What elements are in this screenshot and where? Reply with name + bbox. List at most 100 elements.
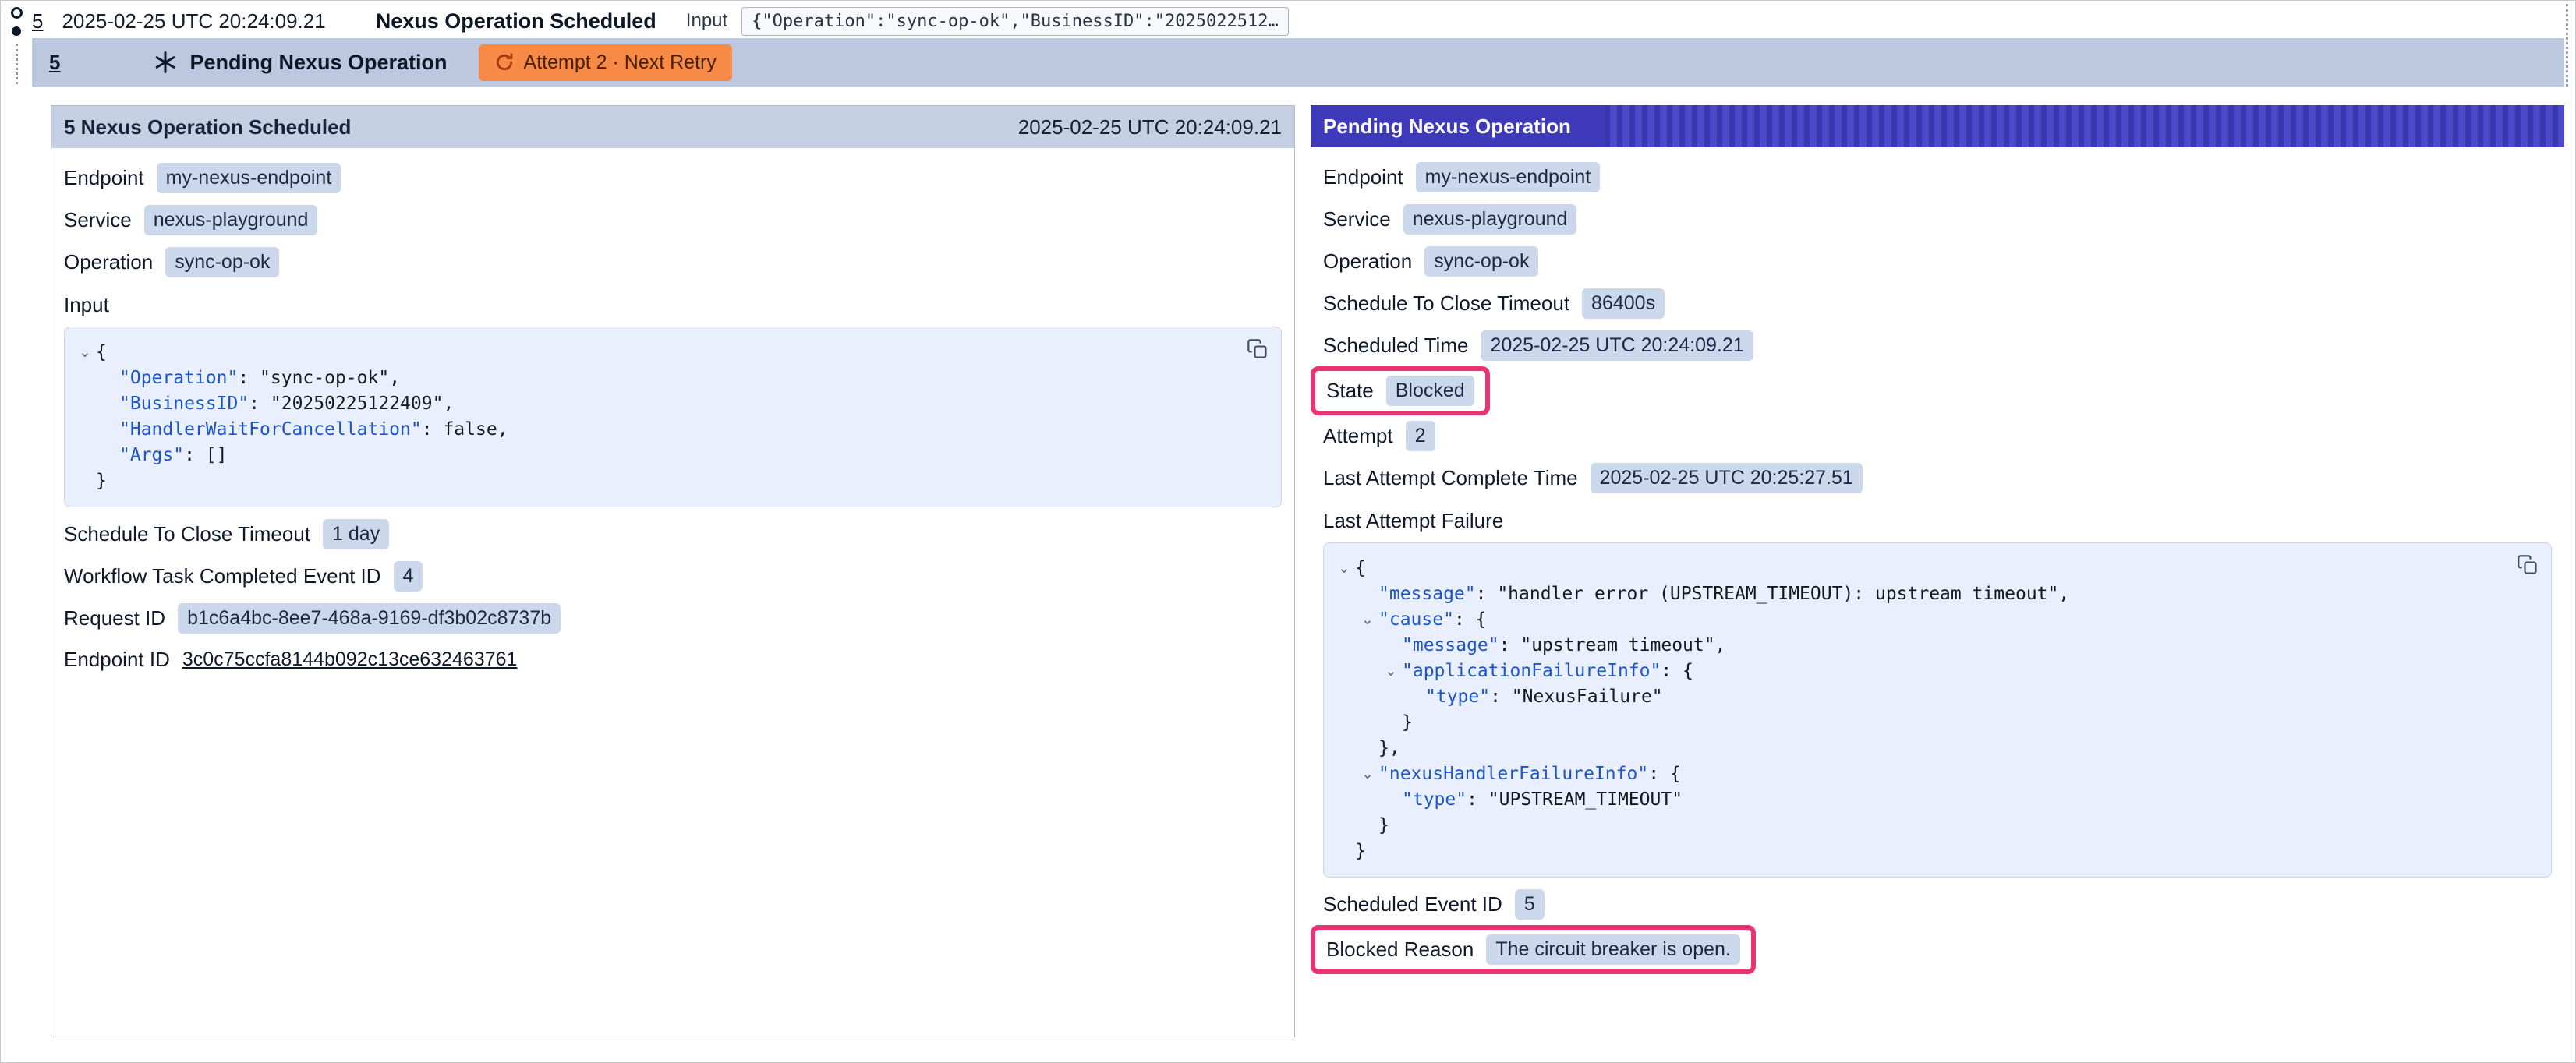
pending-panel-body: Endpoint my-nexus-endpoint Servicenexus-pl… bbox=[1311, 147, 2564, 994]
field-row-endpoint-id: Endpoint ID 3c0c75ccfa8144b092c13ce632463… bbox=[64, 645, 1282, 674]
timeline-gutter bbox=[7, 7, 26, 84]
field-value-badge: 2025-02-25 UTC 20:24:09.21 bbox=[1481, 330, 1753, 361]
field-value-badge: Blocked bbox=[1386, 376, 1474, 406]
timeline-dot-icon[interactable] bbox=[12, 26, 21, 36]
field-row-state: StateBlocked bbox=[1323, 373, 2552, 409]
event-summary-row[interactable]: 5 2025-02-25 UTC 20:24:09.21 Nexus Opera… bbox=[32, 1, 2552, 38]
field-row-service: Servicenexus-playground bbox=[1323, 204, 2552, 235]
scheduled-panel-title: 5 Nexus Operation Scheduled bbox=[64, 115, 351, 139]
field-row-schedule-to-close-timeout: Schedule To Close Timeout86400s bbox=[1323, 288, 2552, 319]
field-label: Blocked Reason bbox=[1326, 938, 1474, 962]
field-value-link[interactable]: 3c0c75ccfa8144b092c13ce632463761 bbox=[182, 648, 518, 671]
event-id-link[interactable]: 5 bbox=[49, 51, 60, 75]
code-line-text: }, bbox=[1378, 736, 1400, 761]
field-row-request-id: Request IDb1c6a4bc-8ee7-468a-9169-df3b02… bbox=[64, 603, 1282, 634]
scheduled-panel-body: Endpointmy-nexus-endpointServicenexus-pl… bbox=[51, 148, 1294, 700]
pending-fields-top: Endpoint my-nexus-endpoint Servicenexus-pl… bbox=[1323, 162, 2552, 493]
code-line: "HandlerWaitForCancellation": false, bbox=[74, 417, 1234, 443]
input-json-lines: ⌄{"Operation": "sync-op-ok","BusinessID"… bbox=[74, 340, 1234, 494]
code-line: "message": "handler error (UPSTREAM_TIME… bbox=[1333, 581, 2504, 607]
code-line-text: "applicationFailureInfo": { bbox=[1402, 659, 1693, 684]
collapse-chevron-icon[interactable]: ⌄ bbox=[1357, 761, 1378, 787]
collapse-chevron-icon[interactable]: ⌄ bbox=[1380, 659, 1402, 684]
event-timestamp: 2025-02-25 UTC 20:24:09.21 bbox=[62, 9, 325, 34]
field-row-operation: Operationsync-op-ok bbox=[64, 247, 1282, 277]
timeline-ring-icon[interactable] bbox=[11, 7, 23, 19]
field-value-badge: my-nexus-endpoint bbox=[157, 163, 341, 193]
field-label: Scheduled Event ID bbox=[1323, 892, 1502, 916]
annotation-highlight: StateBlocked bbox=[1311, 366, 1490, 415]
code-line-text: "cause": { bbox=[1378, 607, 1486, 633]
scheduled-fields-top: Endpointmy-nexus-endpointServicenexus-pl… bbox=[64, 163, 1282, 277]
code-line-text: "type": "UPSTREAM_TIMEOUT" bbox=[1402, 787, 1683, 813]
collapse-chevron-icon[interactable]: ⌄ bbox=[74, 340, 96, 366]
detail-panels: 5 Nexus Operation Scheduled 2025-02-25 U… bbox=[51, 105, 2564, 1037]
retry-badge-label: Attempt 2 · Next Retry bbox=[524, 51, 717, 74]
code-line-text: "nexusHandlerFailureInfo": { bbox=[1378, 761, 1681, 787]
field-label: Last Attempt Complete Time bbox=[1323, 466, 1578, 490]
code-line: ⌄{ bbox=[1333, 556, 2504, 581]
field-value-badge: nexus-playground bbox=[144, 205, 318, 235]
code-line: } bbox=[74, 468, 1234, 494]
field-row-operation: Operation sync-op-ok bbox=[1323, 246, 2552, 277]
retry-icon bbox=[494, 52, 515, 72]
code-line-text: } bbox=[1402, 710, 1413, 736]
failure-json-lines: ⌄{"message": "handler error (UPSTREAM_TI… bbox=[1333, 556, 2504, 864]
field-value-badge: sync-op-ok bbox=[1424, 246, 1538, 277]
code-line-text: "HandlerWaitForCancellation": false, bbox=[119, 417, 508, 443]
pending-panel-header: Pending Nexus Operation bbox=[1311, 105, 2564, 147]
timeline-dotted-line bbox=[16, 44, 18, 84]
failure-json-block: ⌄{"message": "handler error (UPSTREAM_TI… bbox=[1323, 542, 2552, 878]
field-label: Endpoint ID bbox=[64, 648, 170, 672]
input-label: Input bbox=[686, 10, 727, 32]
code-line: "Operation": "sync-op-ok", bbox=[74, 366, 1234, 391]
code-line-text: } bbox=[1378, 813, 1389, 839]
pending-panel-title: Pending Nexus Operation bbox=[1311, 105, 1605, 147]
code-line: } bbox=[1333, 813, 2504, 839]
field-label: Schedule To Close Timeout bbox=[64, 522, 310, 546]
field-row-schedule-to-close-timeout: Schedule To Close Timeout1 day bbox=[64, 519, 1282, 549]
scheduled-panel-header[interactable]: 5 Nexus Operation Scheduled 2025-02-25 U… bbox=[51, 106, 1294, 148]
input-section-label: Input bbox=[64, 293, 1282, 317]
code-line: "Args": [] bbox=[74, 443, 1234, 468]
copy-icon[interactable] bbox=[1245, 337, 1270, 364]
event-history-page: 5 2025-02-25 UTC 20:24:09.21 Nexus Opera… bbox=[0, 0, 2576, 1063]
code-line-text: "BusinessID": "20250225122409", bbox=[119, 391, 454, 417]
collapse-chevron-icon[interactable]: ⌄ bbox=[1357, 607, 1378, 633]
field-row-service: Servicenexus-playground bbox=[64, 205, 1282, 235]
code-line: "type": "NexusFailure" bbox=[1333, 684, 2504, 710]
field-label: Endpoint bbox=[1323, 165, 1403, 189]
code-line: "type": "UPSTREAM_TIMEOUT" bbox=[1333, 787, 2504, 813]
input-preview-chip[interactable]: {"Operation":"sync-op-ok","BusinessID":"… bbox=[741, 7, 1289, 36]
event-id-link[interactable]: 5 bbox=[32, 9, 43, 34]
field-value-badge: 2025-02-25 UTC 20:25:27.51 bbox=[1591, 463, 1863, 493]
field-label: Schedule To Close Timeout bbox=[1323, 291, 1569, 316]
code-line-text: { bbox=[96, 340, 107, 366]
field-label: Attempt bbox=[1323, 424, 1393, 448]
field-row-blocked-reason: Blocked ReasonThe circuit breaker is ope… bbox=[1323, 931, 2552, 968]
code-line: } bbox=[1333, 710, 2504, 736]
collapse-chevron-icon[interactable]: ⌄ bbox=[1333, 556, 1355, 581]
field-value-badge: my-nexus-endpoint bbox=[1416, 162, 1601, 192]
retry-attempt-badge[interactable]: Attempt 2 · Next Retry bbox=[479, 44, 732, 81]
pending-operation-title: Pending Nexus Operation bbox=[189, 51, 447, 75]
code-line-text: } bbox=[96, 468, 107, 494]
code-line: "BusinessID": "20250225122409", bbox=[74, 391, 1234, 417]
code-line-text: "type": "NexusFailure" bbox=[1425, 684, 1663, 710]
field-value-badge: 2 bbox=[1406, 421, 1435, 451]
field-label: Operation bbox=[1323, 249, 1412, 274]
right-dotted-handle[interactable] bbox=[2566, 4, 2568, 87]
field-row-endpoint: Endpoint my-nexus-endpoint bbox=[1323, 162, 2552, 192]
field-label: Service bbox=[1323, 207, 1391, 231]
copy-icon[interactable] bbox=[2515, 553, 2540, 580]
code-line-text: "message": "upstream timeout", bbox=[1402, 633, 1725, 659]
field-value-badge: 5 bbox=[1515, 889, 1545, 920]
pending-operation-row[interactable]: 5 Pending Nexus Operation Attempt 2 · Ne… bbox=[32, 38, 2564, 87]
input-json-block: ⌄{"Operation": "sync-op-ok","BusinessID"… bbox=[64, 327, 1282, 507]
field-label: Workflow Task Completed Event ID bbox=[64, 564, 381, 588]
field-value-badge: 4 bbox=[394, 561, 423, 592]
scheduled-panel-timestamp: 2025-02-25 UTC 20:24:09.21 bbox=[1018, 115, 1282, 139]
field-row-scheduled-time: Scheduled Time2025-02-25 UTC 20:24:09.21 bbox=[1323, 330, 2552, 361]
code-line-text: "message": "handler error (UPSTREAM_TIME… bbox=[1378, 581, 2069, 607]
code-line: } bbox=[1333, 839, 2504, 864]
